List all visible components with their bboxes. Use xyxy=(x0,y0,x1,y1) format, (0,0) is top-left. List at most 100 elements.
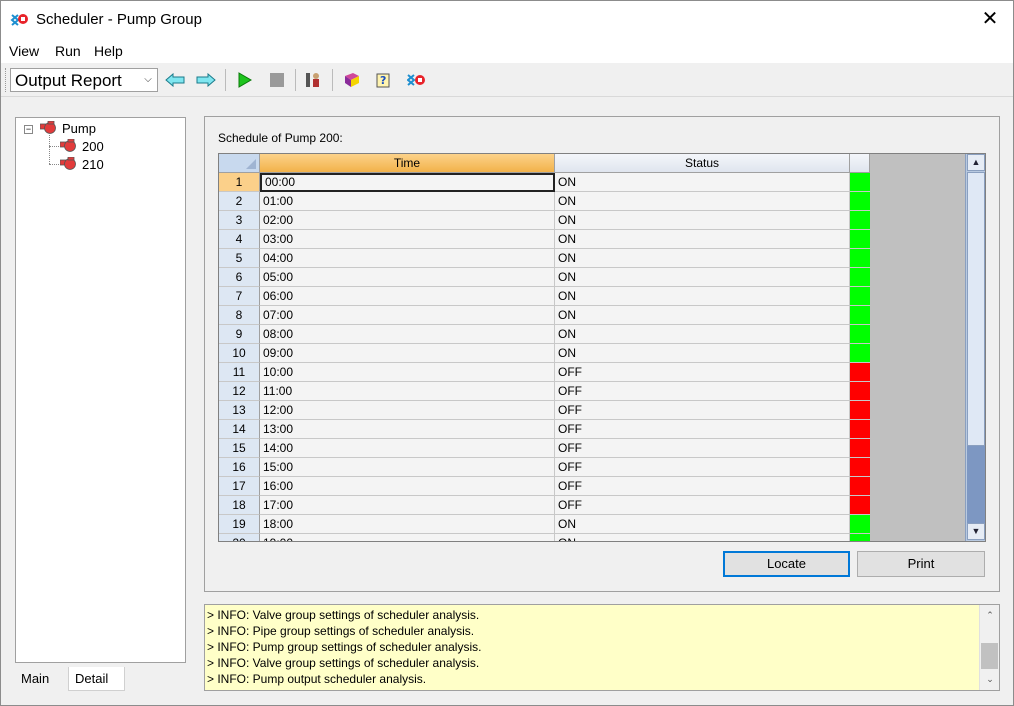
table-row[interactable]: 7 06:00 ON xyxy=(219,287,870,306)
row-number[interactable]: 4 xyxy=(219,230,260,249)
forward-arrow-icon[interactable] xyxy=(195,69,217,91)
close-button[interactable]: ✕ xyxy=(967,1,1013,39)
menu-run[interactable]: Run xyxy=(55,43,81,59)
time-cell[interactable]: 02:00 xyxy=(260,211,555,230)
table-row[interactable]: 9 08:00 ON xyxy=(219,325,870,344)
status-cell[interactable]: OFF xyxy=(555,420,850,439)
table-row[interactable]: 8 07:00 ON xyxy=(219,306,870,325)
time-cell[interactable]: 05:00 xyxy=(260,268,555,287)
time-cell[interactable]: 08:00 xyxy=(260,325,555,344)
row-number[interactable]: 16 xyxy=(219,458,260,477)
status-cell[interactable]: ON xyxy=(555,534,850,541)
time-cell[interactable]: 18:00 xyxy=(260,515,555,534)
report-select[interactable]: Output Report ⌵ xyxy=(10,68,158,92)
status-cell[interactable]: ON xyxy=(555,230,850,249)
row-number[interactable]: 20 xyxy=(219,534,260,541)
table-row[interactable]: 17 16:00 OFF xyxy=(219,477,870,496)
row-number[interactable]: 18 xyxy=(219,496,260,515)
row-number[interactable]: 8 xyxy=(219,306,260,325)
time-cell[interactable]: 01:00 xyxy=(260,192,555,211)
table-row[interactable]: 10 09:00 ON xyxy=(219,344,870,363)
time-cell[interactable]: 15:00 xyxy=(260,458,555,477)
row-number[interactable]: 15 xyxy=(219,439,260,458)
table-row[interactable]: 12 11:00 OFF xyxy=(219,382,870,401)
time-cell[interactable]: 11:00 xyxy=(260,382,555,401)
tree-item-200[interactable]: 200 xyxy=(82,139,104,154)
tree-item-210[interactable]: 210 xyxy=(82,157,104,172)
scroll-down-icon[interactable]: ⌄ xyxy=(980,671,999,688)
back-arrow-icon[interactable] xyxy=(164,69,186,91)
status-cell[interactable]: ON xyxy=(555,344,850,363)
print-button[interactable]: Print xyxy=(857,551,985,577)
status-cell[interactable]: OFF xyxy=(555,439,850,458)
stop-icon[interactable] xyxy=(266,69,288,91)
time-cell[interactable]: 10:00 xyxy=(260,363,555,382)
scrollbar-thumb[interactable] xyxy=(967,172,985,446)
status-cell[interactable]: ON xyxy=(555,268,850,287)
row-number[interactable]: 1 xyxy=(219,173,260,192)
status-cell[interactable]: ON xyxy=(555,325,850,344)
scroll-up-icon[interactable]: ▲ xyxy=(967,154,985,171)
status-cell[interactable]: ON xyxy=(555,287,850,306)
column-header-indicator[interactable] xyxy=(850,154,870,173)
scroll-up-icon[interactable]: ⌃ xyxy=(980,607,999,624)
row-number[interactable]: 7 xyxy=(219,287,260,306)
row-number[interactable]: 19 xyxy=(219,515,260,534)
table-row[interactable]: 14 13:00 OFF xyxy=(219,420,870,439)
row-number[interactable]: 2 xyxy=(219,192,260,211)
time-cell[interactable]: 09:00 xyxy=(260,344,555,363)
table-row[interactable]: 13 12:00 OFF xyxy=(219,401,870,420)
row-number[interactable]: 11 xyxy=(219,363,260,382)
time-cell[interactable]: 07:00 xyxy=(260,306,555,325)
table-row[interactable]: 2019:00ON xyxy=(219,534,870,541)
grid-corner[interactable] xyxy=(219,154,260,173)
status-cell[interactable]: ON xyxy=(555,515,850,534)
status-cell[interactable]: OFF xyxy=(555,401,850,420)
status-cell[interactable]: OFF xyxy=(555,458,850,477)
collapse-toggle[interactable]: − xyxy=(24,125,33,134)
table-row[interactable]: 18 17:00 OFF xyxy=(219,496,870,515)
tree-root-label[interactable]: Pump xyxy=(62,121,96,136)
time-cell[interactable]: 16:00 xyxy=(260,477,555,496)
scroll-down-icon[interactable]: ▼ xyxy=(967,523,985,540)
scheduler-icon[interactable] xyxy=(406,69,428,91)
status-cell[interactable]: OFF xyxy=(555,363,850,382)
time-cell[interactable]: 04:00 xyxy=(260,249,555,268)
column-header-time[interactable]: Time xyxy=(260,154,555,173)
time-cell[interactable]: 06:00 xyxy=(260,287,555,306)
table-row[interactable]: 15 14:00 OFF xyxy=(219,439,870,458)
status-cell[interactable]: ON xyxy=(555,306,850,325)
column-header-status[interactable]: Status xyxy=(555,154,850,173)
help-icon[interactable]: ? xyxy=(373,69,395,91)
status-cell[interactable]: ON xyxy=(555,173,850,192)
time-cell[interactable]: 19:00 xyxy=(260,534,555,541)
scrollbar-track[interactable] xyxy=(967,446,985,523)
table-row[interactable]: 5 04:00 ON xyxy=(219,249,870,268)
row-number[interactable]: 12 xyxy=(219,382,260,401)
log-scrollbar-thumb[interactable] xyxy=(981,643,998,669)
status-cell[interactable]: OFF xyxy=(555,496,850,515)
table-row[interactable]: 2 01:00 ON xyxy=(219,192,870,211)
menu-help[interactable]: Help xyxy=(94,43,123,59)
toolbar-grip[interactable] xyxy=(5,68,8,92)
settings-person-icon[interactable] xyxy=(303,69,325,91)
table-row[interactable]: 6 05:00 ON xyxy=(219,268,870,287)
log-output[interactable]: > INFO: Valve group settings of schedule… xyxy=(204,604,1000,691)
table-row[interactable]: 11 10:00 OFF xyxy=(219,363,870,382)
log-scrollbar[interactable]: ⌃ ⌄ xyxy=(979,605,999,690)
time-cell[interactable]: 00:00 xyxy=(260,173,555,192)
book-icon[interactable] xyxy=(341,69,363,91)
time-cell[interactable]: 13:00 xyxy=(260,420,555,439)
row-number[interactable]: 10 xyxy=(219,344,260,363)
status-cell[interactable]: OFF xyxy=(555,477,850,496)
time-cell[interactable]: 12:00 xyxy=(260,401,555,420)
locate-button[interactable]: Locate xyxy=(723,551,850,577)
run-play-icon[interactable] xyxy=(234,69,256,91)
table-row[interactable]: 3 02:00 ON xyxy=(219,211,870,230)
table-row[interactable]: 4 03:00 ON xyxy=(219,230,870,249)
chevron-down-icon[interactable]: ⌵ xyxy=(139,69,157,91)
time-cell[interactable]: 17:00 xyxy=(260,496,555,515)
row-number[interactable]: 3 xyxy=(219,211,260,230)
menu-view[interactable]: View xyxy=(9,43,39,59)
tab-main[interactable]: Main xyxy=(15,667,67,691)
